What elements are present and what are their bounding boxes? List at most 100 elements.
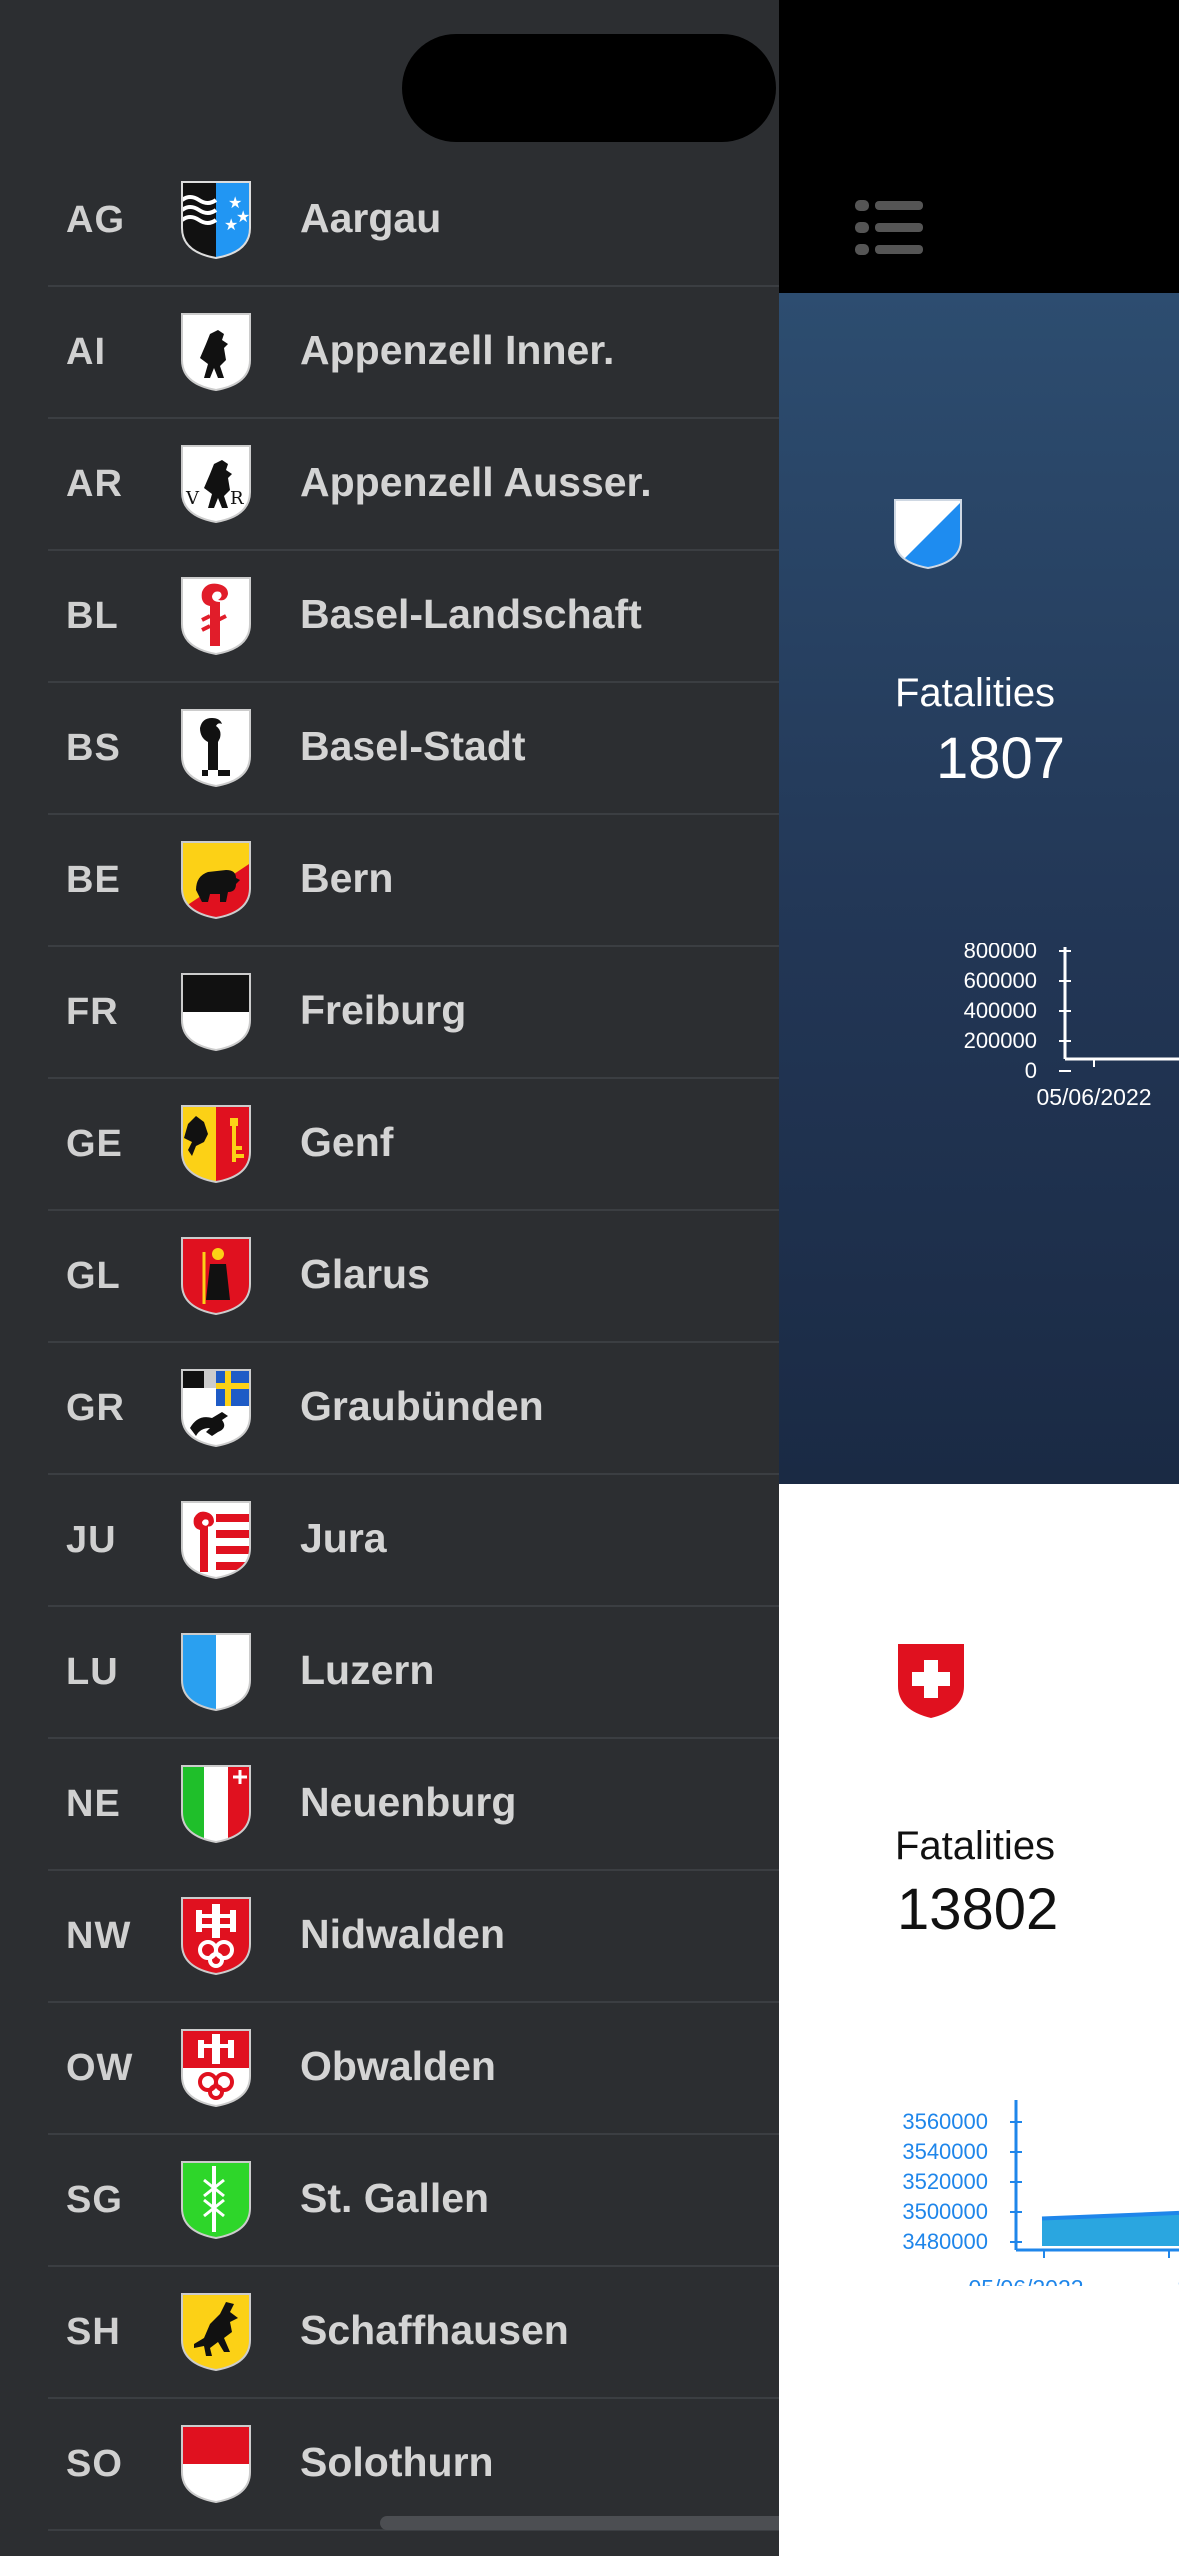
zurich-panel: Fatalities 1807 800000 600000 400000 200000… xyxy=(779,293,1179,1484)
canton-name: Basel-Landschaft xyxy=(300,591,642,637)
luzern-crest-icon xyxy=(180,1632,252,1712)
canton-name: Bern xyxy=(300,855,394,901)
canton-name: Glarus xyxy=(300,1251,430,1297)
canton-code: AR xyxy=(66,463,123,505)
canton-row-ju[interactable]: JU Jura xyxy=(0,1475,779,1607)
fatalities-value: 13802 xyxy=(897,1877,1059,1942)
canton-row-so[interactable]: SO Solothurn xyxy=(0,2399,779,2531)
fatalities-label: Fatalities xyxy=(895,671,1056,715)
graubuenden-crest-icon xyxy=(180,1368,252,1448)
basel-landschaft-crest-icon xyxy=(180,576,252,656)
canton-code: BS xyxy=(66,727,121,769)
canton-name: Genf xyxy=(300,1119,394,1165)
canton-code: BE xyxy=(66,859,121,901)
canton-name: Freiburg xyxy=(300,987,467,1033)
y-tick-label: 3520000 xyxy=(902,2169,988,2194)
bern-crest-icon xyxy=(180,840,252,920)
y-tick-label: 400000 xyxy=(964,998,1037,1023)
canton-code: LU xyxy=(66,1651,119,1693)
canton-code: SO xyxy=(66,2443,123,2485)
appenzell-innerrhoden-crest-icon xyxy=(180,312,252,392)
neuenburg-crest-icon xyxy=(180,1764,252,1844)
y-tick-label: 3540000 xyxy=(902,2139,988,2164)
nidwalden-crest-icon xyxy=(180,1896,252,1976)
basel-stadt-crest-icon xyxy=(180,708,252,788)
canton-name: Graubünden xyxy=(300,1383,544,1429)
canton-name: Neuenburg xyxy=(300,1779,517,1825)
canton-code: SH xyxy=(66,2311,121,2353)
y-tick-label: 3480000 xyxy=(902,2229,988,2254)
canton-row-ne[interactable]: NE Neuenburg xyxy=(0,1739,779,1871)
zurich-crest-icon xyxy=(893,498,963,570)
zurich-chart: 800000 600000 400000 200000 005/06/2022 xyxy=(964,943,1179,1110)
canton-name: Basel-Stadt xyxy=(300,723,526,769)
y-tick-label: 200000 xyxy=(964,1028,1037,1053)
device-notch xyxy=(402,34,776,142)
main-content: Fatalities 1807 800000 600000 400000 200000… xyxy=(779,0,1179,2556)
canton-row-sg[interactable]: SG St. Gallen xyxy=(0,2135,779,2267)
canton-row-ai[interactable]: AI Appenzell Inner. xyxy=(0,287,779,419)
canton-code: BL xyxy=(66,595,119,637)
canton-row-gr[interactable]: GR Graubünden xyxy=(0,1343,779,1475)
svg-text:★: ★ xyxy=(224,217,238,234)
schaffhausen-crest-icon xyxy=(180,2292,252,2372)
canton-row-gl[interactable]: GL Glarus xyxy=(0,1211,779,1343)
x-tick-label: 05/06/2022 xyxy=(968,2275,1083,2286)
canton-name: Schaffhausen xyxy=(300,2307,569,2353)
canton-code: GR xyxy=(66,1387,125,1429)
aargau-crest-icon: ★ ★ ★ xyxy=(180,180,252,260)
canton-name: Obwalden xyxy=(300,2043,496,2089)
y-tick-label: 800000 xyxy=(964,943,1037,963)
obwalden-crest-icon xyxy=(180,2028,252,2108)
y-tick-label: 0 xyxy=(1025,1058,1037,1083)
canton-name: Solothurn xyxy=(300,2439,494,2485)
glarus-crest-icon xyxy=(180,1236,252,1316)
canton-row-ag[interactable]: AG ★ ★ ★ Aargau xyxy=(0,155,779,287)
canton-name: Nidwalden xyxy=(300,1911,506,1957)
canton-code: AI xyxy=(66,331,106,373)
genf-crest-icon xyxy=(180,1104,252,1184)
canton-name: Appenzell Inner. xyxy=(300,327,615,373)
canton-code: AG xyxy=(66,199,125,241)
canton-row-ar[interactable]: AR V R Appenzell Ausser. xyxy=(0,419,779,551)
fatalities-value: 1807 xyxy=(936,726,1066,791)
y-tick-label: 3500000 xyxy=(902,2199,988,2224)
freiburg-crest-icon xyxy=(180,972,252,1052)
canton-code: JU xyxy=(66,1519,117,1561)
svg-text:R: R xyxy=(230,488,244,509)
canton-row-bs[interactable]: BS Basel-Stadt xyxy=(0,683,779,815)
switzerland-panel: Fatalities 13802 3560000 3540000 3520000 35… xyxy=(779,1484,1179,2556)
solothurn-crest-icon xyxy=(180,2424,252,2504)
home-indicator[interactable] xyxy=(380,2516,800,2530)
canton-code: GL xyxy=(66,1255,121,1297)
swiss-cross-crest-icon xyxy=(896,1642,966,1720)
fatalities-label: Fatalities xyxy=(895,1824,1056,1868)
canton-row-fr[interactable]: FR Freiburg xyxy=(0,947,779,1079)
canton-code: NW xyxy=(66,1915,132,1957)
y-tick-label: 3560000 xyxy=(902,2109,988,2134)
canton-drawer: AG ★ ★ ★ Aargau AI Appenzell Inner. AR V… xyxy=(0,0,800,2556)
canton-code: FR xyxy=(66,991,119,1033)
canton-row-ge[interactable]: GE Genf xyxy=(0,1079,779,1211)
canton-row-be[interactable]: BE Bern xyxy=(0,815,779,947)
canton-name: Jura xyxy=(300,1515,387,1561)
appenzell-ausserrhoden-crest-icon: V R xyxy=(180,444,252,524)
switzerland-chart: 3560000 3540000 3520000 3500000 3480000 05/06… xyxy=(902,2100,1179,2286)
svg-text:V: V xyxy=(185,488,200,509)
canton-name: Appenzell Ausser. xyxy=(300,459,652,505)
top-bar xyxy=(779,0,1179,293)
canton-row-sh[interactable]: SH Schaffhausen xyxy=(0,2267,779,2399)
canton-code: GE xyxy=(66,1123,123,1165)
list-menu-icon[interactable] xyxy=(849,196,929,260)
canton-name: Luzern xyxy=(300,1647,435,1693)
x-tick-label: 05/06/2022 xyxy=(1036,1084,1151,1110)
st-gallen-crest-icon xyxy=(180,2160,252,2240)
canton-row-bl[interactable]: BL Basel-Landschaft xyxy=(0,551,779,683)
canton-code: NE xyxy=(66,1783,121,1825)
jura-crest-icon xyxy=(180,1500,252,1580)
canton-name: Aargau xyxy=(300,195,442,241)
canton-row-lu[interactable]: LU Luzern xyxy=(0,1607,779,1739)
canton-row-nw[interactable]: NW Nidwalden xyxy=(0,1871,779,2003)
canton-list: AG ★ ★ ★ Aargau AI Appenzell Inner. AR V… xyxy=(0,155,779,2531)
canton-row-ow[interactable]: OW Obwalden xyxy=(0,2003,779,2135)
